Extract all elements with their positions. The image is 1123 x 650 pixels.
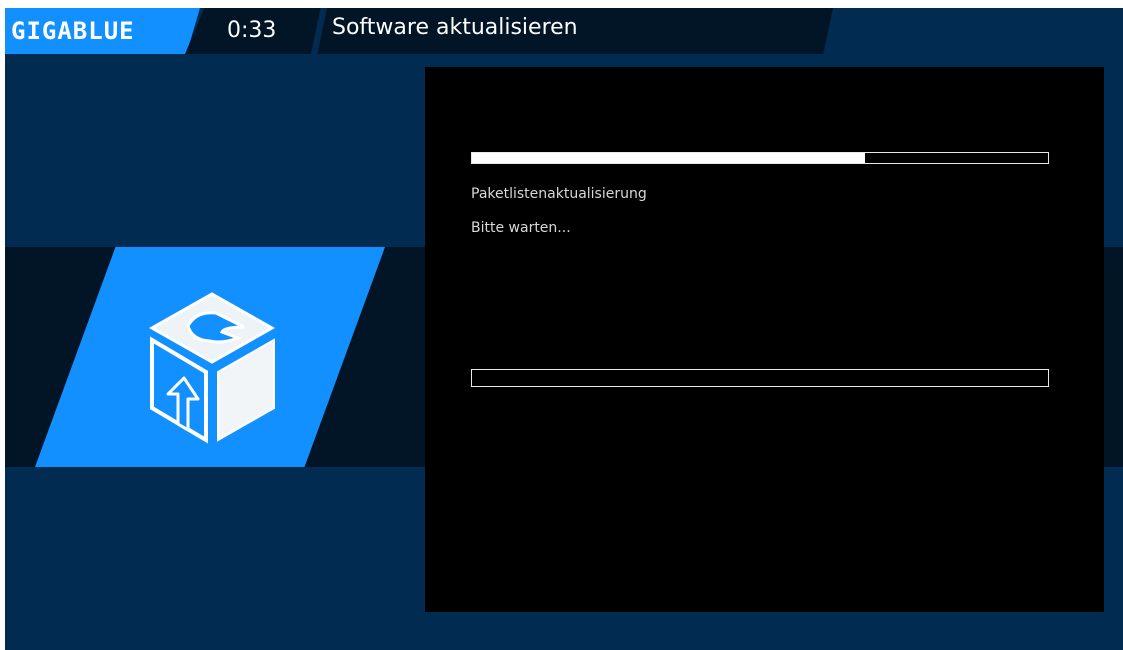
page-title: Software aktualisieren — [332, 15, 578, 40]
brand-logo: GIGABLUE — [11, 17, 135, 45]
software-update-package-icon — [148, 292, 276, 444]
status-text: Paketlistenaktualisierung — [471, 186, 647, 202]
progress-bar-secondary — [471, 369, 1049, 387]
wait-text: Bitte warten... — [471, 220, 571, 236]
update-panel: Paketlistenaktualisierung Bitte warten..… — [425, 67, 1104, 612]
progress-bar-main — [471, 152, 1049, 164]
brand-logo-box: GIGABLUE — [5, 8, 200, 54]
update-screen: GIGABLUE 0:33 Software aktualisieren Pak… — [5, 8, 1123, 650]
clock: 0:33 — [227, 18, 277, 43]
progress-fill-main — [472, 153, 865, 163]
